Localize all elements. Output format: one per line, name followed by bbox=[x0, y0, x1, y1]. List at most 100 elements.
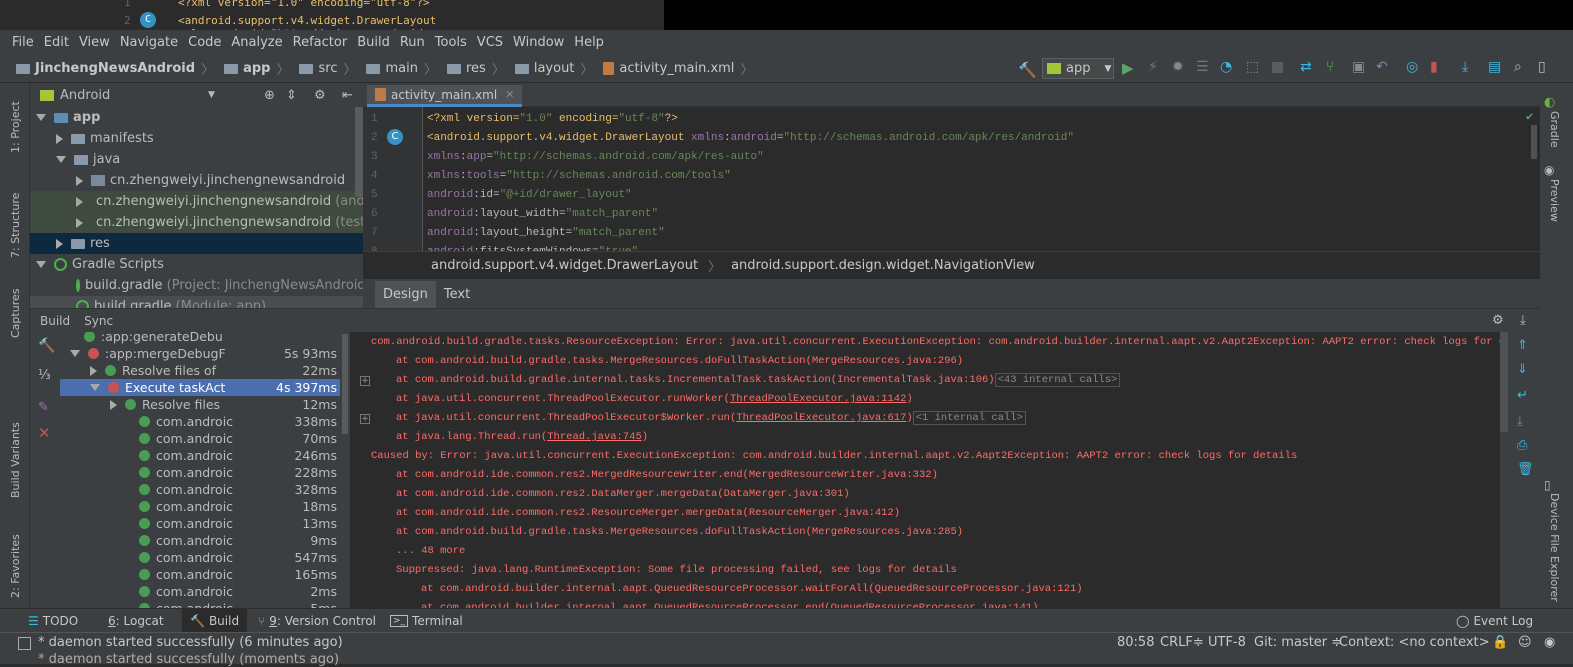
tool-tab-project[interactable]: 1: Project bbox=[9, 101, 22, 153]
rerun-hammer-icon[interactable]: 🔨 bbox=[38, 338, 55, 354]
event-log-button[interactable]: ◯ Event Log bbox=[1456, 614, 1533, 628]
tab-sync[interactable]: Sync bbox=[84, 314, 113, 328]
build-tree-item[interactable]: :app:mergeDebugF 5s 93ms bbox=[60, 345, 350, 362]
line-separator[interactable]: CRLF≑ bbox=[1160, 635, 1204, 650]
menu-run[interactable]: Run bbox=[400, 35, 425, 50]
build-tree-item[interactable]: :app:generateDebu bbox=[60, 332, 350, 345]
scroll-to-end-icon[interactable]: ⤓ bbox=[1517, 414, 1523, 429]
tool-tab-device-file-explorer[interactable]: Device File Explorer bbox=[1548, 493, 1561, 602]
tree-item-package[interactable]: cn.zhengweiyi.jinchengnewsandroid bbox=[30, 170, 363, 191]
inspector-icon[interactable]: ☺ bbox=[1518, 635, 1532, 650]
tool-tab-captures[interactable]: Captures bbox=[9, 289, 22, 338]
build-tree-item[interactable]: com.androic 18ms bbox=[60, 498, 350, 515]
build-tree-item[interactable]: com.androic 246ms bbox=[60, 447, 350, 464]
pin-icon[interactable]: ✎ bbox=[38, 400, 49, 415]
expand-fold-icon[interactable]: + bbox=[360, 414, 370, 424]
attach-debugger-icon[interactable]: ⬚ bbox=[1246, 59, 1259, 75]
build-tree-item[interactable]: com.androic 338ms bbox=[60, 413, 350, 430]
tree-item-java[interactable]: java bbox=[30, 149, 363, 170]
tool-tab-preview[interactable]: Preview bbox=[1548, 179, 1561, 222]
folded-calls[interactable]: <1 internal call> bbox=[912, 411, 1026, 425]
tree-item-package-androidtest[interactable]: cn.zhengweiyi.jinchengnewsandroid (andro… bbox=[30, 191, 363, 212]
hide-panel-icon[interactable]: ⇤ bbox=[342, 88, 353, 103]
breadcrumb-app[interactable]: app 〉 bbox=[224, 59, 295, 78]
sdk-manager-icon[interactable]: ◎ bbox=[1406, 59, 1418, 75]
tool-tab-build[interactable]: 🔨 Build bbox=[182, 608, 248, 633]
device-manager-icon[interactable]: ▮ bbox=[1430, 59, 1438, 75]
toggle-view-icon[interactable]: ⅓ bbox=[38, 368, 51, 383]
tab-design[interactable]: Design bbox=[375, 281, 436, 308]
code-editor[interactable]: 12345678 C <?xml version="1.0" encoding=… bbox=[363, 107, 1540, 251]
vcs-icon[interactable]: ⑂ bbox=[1326, 59, 1334, 75]
undo-icon[interactable]: ↶ bbox=[1376, 59, 1388, 75]
tab-activity-main[interactable]: activity_main.xml ✕ bbox=[367, 85, 523, 107]
menu-edit[interactable]: Edit bbox=[44, 35, 69, 50]
close-icon[interactable]: ✕ bbox=[38, 424, 51, 442]
print-icon[interactable]: ⎙ bbox=[1517, 438, 1527, 453]
tool-tab-structure[interactable]: 7: Structure bbox=[9, 193, 22, 258]
build-tree-item[interactable]: com.androic 228ms bbox=[60, 464, 350, 481]
profile-icon[interactable]: ◔ bbox=[1220, 59, 1232, 75]
menu-tools[interactable]: Tools bbox=[435, 35, 467, 50]
cursor-position[interactable]: 80:58 bbox=[1117, 635, 1154, 650]
status-message[interactable]: * daemon started successfully (6 minutes… bbox=[38, 635, 343, 650]
expand-fold-icon[interactable]: + bbox=[360, 376, 370, 386]
soft-wrap-icon[interactable]: ↵ bbox=[1517, 388, 1528, 403]
menu-window[interactable]: Window bbox=[513, 35, 564, 50]
breadcrumb-res[interactable]: res 〉 bbox=[446, 59, 511, 78]
xml-crumb-navigation[interactable]: android.support.design.widget.Navigation… bbox=[731, 258, 1035, 273]
editor-scrollbar[interactable] bbox=[1529, 107, 1540, 251]
project-structure-icon[interactable]: ▤ bbox=[1488, 59, 1501, 75]
event-icon[interactable]: ◉ bbox=[1544, 635, 1555, 650]
breadcrumb-main[interactable]: main 〉 bbox=[366, 59, 443, 78]
tool-tab-version-control[interactable]: ⑂ 9: Version Control bbox=[258, 614, 376, 628]
sync-scroll-icon[interactable]: ⊕ bbox=[264, 88, 275, 103]
menu-build[interactable]: Build bbox=[357, 35, 390, 50]
menu-analyze[interactable]: Analyze bbox=[231, 35, 282, 50]
build-tree-item[interactable]: com.androic 13ms bbox=[60, 515, 350, 532]
breadcrumb-file[interactable]: activity_main.xml 〉 bbox=[603, 59, 759, 78]
tree-item-build-gradle-module[interactable]: build.gradle (Module: app) bbox=[30, 296, 363, 308]
event-icon[interactable]: ▯ bbox=[1538, 59, 1546, 75]
coverage-icon[interactable]: ☰ bbox=[1196, 59, 1209, 75]
search-icon[interactable]: ⌕ bbox=[1514, 59, 1522, 75]
menu-view[interactable]: View bbox=[79, 35, 110, 50]
tree-item-package-test[interactable]: cn.zhengweiyi.jinchengnewsandroid (test) bbox=[30, 212, 363, 233]
build-tree-item[interactable]: com.androic 547ms bbox=[60, 549, 350, 566]
scroll-down-icon[interactable]: ⇓ bbox=[1517, 362, 1528, 377]
file-encoding[interactable]: UTF-8 bbox=[1208, 635, 1246, 650]
avd-manager-icon[interactable]: ▣ bbox=[1352, 59, 1365, 75]
tab-build-output[interactable]: Build bbox=[40, 314, 70, 328]
tree-item-build-gradle-project[interactable]: build.gradle (Project: JinchengNewsAndro… bbox=[30, 275, 363, 296]
source-link[interactable]: ThreadPoolExecutor.java:1142 bbox=[730, 393, 906, 405]
expanded-arrow-icon[interactable] bbox=[90, 384, 100, 391]
menu-vcs[interactable]: VCS bbox=[477, 35, 503, 50]
sync-gradle-icon[interactable]: ⇄ bbox=[1300, 59, 1312, 75]
gear-icon[interactable]: ⚙ bbox=[1492, 313, 1504, 328]
tab-text[interactable]: Text bbox=[436, 281, 478, 308]
close-icon[interactable]: ✕ bbox=[505, 88, 514, 101]
build-tree-item[interactable]: com.androic 2ms bbox=[60, 583, 350, 600]
toggle-tool-windows-icon[interactable] bbox=[18, 637, 31, 650]
build-tree-item[interactable]: com.androic 70ms bbox=[60, 430, 350, 447]
folded-calls[interactable]: <43 internal calls> bbox=[994, 373, 1121, 387]
tool-tab-terminal[interactable]: >_ Terminal bbox=[390, 614, 463, 628]
menu-code[interactable]: Code bbox=[188, 35, 221, 50]
scrollbar[interactable] bbox=[355, 107, 363, 197]
tool-tab-todo[interactable]: ☰ TODO bbox=[28, 614, 78, 628]
build-tree-item[interactable]: Resolve files of 22ms bbox=[60, 362, 350, 379]
source-link[interactable]: Thread.java:745 bbox=[547, 431, 642, 443]
collapse-all-icon[interactable]: ⇕ bbox=[286, 88, 297, 103]
tool-tab-logcat[interactable]: 6: Logcat bbox=[108, 614, 164, 628]
git-branch[interactable]: Git: master ≑ bbox=[1254, 635, 1342, 650]
menu-refactor[interactable]: Refactor bbox=[293, 35, 348, 50]
tree-item-manifests[interactable]: manifests bbox=[30, 128, 363, 149]
stop-icon[interactable] bbox=[1272, 62, 1283, 73]
build-tree-item[interactable]: com.androic 328ms bbox=[60, 481, 350, 498]
tree-item-app[interactable]: app bbox=[30, 107, 363, 128]
build-tree-item[interactable]: Resolve files 12ms bbox=[60, 396, 350, 413]
build-console-output[interactable]: com.android.build.gradle.tasks.ResourceE… bbox=[358, 332, 1500, 608]
run-icon[interactable]: ▶ bbox=[1122, 59, 1134, 77]
source-link[interactable]: ThreadPoolExecutor.java:617 bbox=[736, 412, 906, 424]
menu-navigate[interactable]: Navigate bbox=[120, 35, 178, 50]
